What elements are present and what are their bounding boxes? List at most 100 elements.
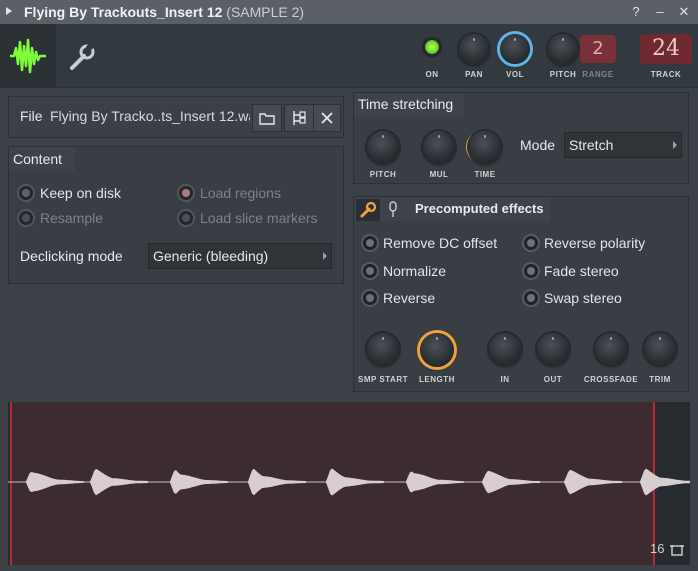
open-file-button[interactable]: [252, 104, 282, 132]
load-slice-markers-option[interactable]: Load slice markers: [179, 210, 318, 226]
tree-icon: [293, 111, 306, 125]
load-regions-option[interactable]: Load regions: [179, 185, 281, 201]
crossfade-knob[interactable]: [595, 333, 627, 365]
folder-icon: [259, 113, 275, 125]
radio-icon: [19, 186, 33, 200]
tab-tools[interactable]: [56, 24, 108, 88]
ts-pitch-label: PITCH: [369, 170, 397, 179]
time-stretching-title: Time stretching: [358, 96, 454, 112]
reverse-polarity-toggle[interactable]: Reverse polarity: [524, 235, 645, 251]
toggle-icon: [524, 236, 538, 250]
out-knob[interactable]: [537, 333, 569, 365]
length-knob[interactable]: [420, 333, 454, 367]
effect-label: Fade stereo: [544, 263, 619, 279]
window-menu-icon[interactable]: [6, 7, 12, 15]
tab-sample[interactable]: [0, 24, 56, 88]
time-stretching-panel: Time stretching PITCH MUL TIME Mode Stre…: [353, 92, 689, 184]
waveform-burst: [406, 471, 464, 493]
file-label: File: [20, 108, 43, 124]
channel-on-led[interactable]: [425, 40, 439, 54]
volume-knob[interactable]: [500, 34, 530, 64]
effect-label: Remove DC offset: [383, 235, 498, 251]
wrench-icon: [360, 201, 377, 218]
swap-stereo-toggle[interactable]: Swap stereo: [524, 290, 622, 306]
option-label: Resample: [40, 210, 104, 226]
in-label: IN: [500, 375, 510, 384]
effect-label: Reverse: [383, 290, 436, 306]
microphone-icon[interactable]: [388, 201, 398, 219]
declicking-label: Declicking mode: [20, 248, 123, 264]
precomputed-effects-panel: Precomputed effects Remove DC offset Nor…: [353, 196, 689, 392]
keep-on-disk-option[interactable]: Keep on disk: [19, 185, 121, 201]
waveform-burst: [26, 472, 84, 492]
vol-label: VOL: [506, 70, 524, 79]
toggle-icon: [363, 236, 377, 250]
range-label: RANGE: [582, 70, 614, 79]
range-display[interactable]: 2: [580, 35, 616, 63]
ts-mul-label: MUL: [429, 170, 449, 179]
resample-option[interactable]: Resample: [19, 210, 103, 226]
declicking-value: Generic (bleeding): [153, 248, 269, 264]
normalize-toggle[interactable]: Normalize: [363, 263, 446, 279]
toggle-icon: [524, 264, 538, 278]
option-label: Load slice markers: [200, 210, 318, 226]
chevron-right-icon: [673, 141, 677, 149]
radio-icon: [19, 211, 33, 225]
mode-select[interactable]: Stretch: [564, 132, 682, 158]
content-panel: Content Keep on disk Resample Load regio…: [8, 146, 344, 284]
pitch-knob[interactable]: [548, 34, 578, 64]
toggle-icon: [524, 291, 538, 305]
smp-start-knob[interactable]: [367, 333, 399, 365]
radio-icon: [179, 211, 193, 225]
window-title-text: Flying By Trackouts_Insert 12: [24, 4, 223, 20]
help-button[interactable]: ?: [628, 4, 644, 20]
smp-start-label: SMP START: [358, 375, 408, 384]
wrench-icon: [70, 42, 95, 70]
trim-label: TRIM: [649, 375, 671, 384]
waveform-burst: [170, 470, 228, 494]
ts-pitch-knob[interactable]: [367, 131, 399, 163]
remove-dc-offset-toggle[interactable]: Remove DC offset: [363, 235, 497, 251]
track-display[interactable]: 24: [640, 34, 692, 64]
waveform-burst: [248, 468, 306, 496]
pan-knob[interactable]: [459, 34, 489, 64]
fade-stereo-toggle[interactable]: Fade stereo: [524, 263, 619, 279]
ts-mul-knob[interactable]: [423, 131, 455, 163]
effects-tools-button[interactable]: [356, 199, 380, 221]
file-name: Flying By Tracko..ts_Insert 12.wav: [50, 108, 250, 124]
channel-settings-window: Flying By Trackouts_Insert 12 (SAMPLE 2)…: [0, 0, 698, 571]
close-button[interactable]: ✕: [676, 4, 692, 20]
ts-time-knob[interactable]: [469, 131, 501, 163]
option-label: Keep on disk: [40, 185, 121, 201]
waveform-burst: [326, 468, 384, 496]
waveform-burst: [90, 468, 148, 496]
waveform-view[interactable]: [8, 402, 690, 565]
clear-file-button[interactable]: [313, 104, 341, 132]
pitch-label: PITCH: [549, 70, 577, 79]
browse-file-button[interactable]: [284, 104, 314, 132]
minimize-button[interactable]: –: [652, 4, 668, 20]
toggle-icon: [363, 264, 377, 278]
mode-label: Mode: [520, 137, 556, 153]
trim-knob[interactable]: [644, 333, 676, 365]
option-label: Load regions: [200, 185, 281, 201]
waveform-graphic: [8, 468, 690, 496]
window-subtitle: (SAMPLE 2): [226, 4, 305, 20]
in-knob[interactable]: [489, 333, 521, 365]
close-icon: [321, 112, 333, 124]
toggle-icon: [363, 291, 377, 305]
ts-time-label: TIME: [474, 170, 496, 179]
precomputed-title: Precomputed effects: [415, 201, 544, 216]
waveform-zoom-value: 16: [650, 541, 665, 556]
reverse-toggle[interactable]: Reverse: [363, 290, 435, 306]
waveform-burst: [564, 469, 622, 495]
track-label: TRACK: [650, 70, 682, 79]
effect-label: Normalize: [383, 263, 447, 279]
title-bar[interactable]: Flying By Trackouts_Insert 12 (SAMPLE 2)…: [0, 0, 698, 24]
effect-label: Reverse polarity: [544, 235, 646, 251]
declicking-mode-select[interactable]: Generic (bleeding): [148, 243, 332, 269]
length-label: LENGTH: [419, 375, 455, 384]
pan-label: PAN: [465, 70, 483, 79]
fit-view-icon[interactable]: [670, 543, 684, 557]
radio-icon: [179, 186, 193, 200]
